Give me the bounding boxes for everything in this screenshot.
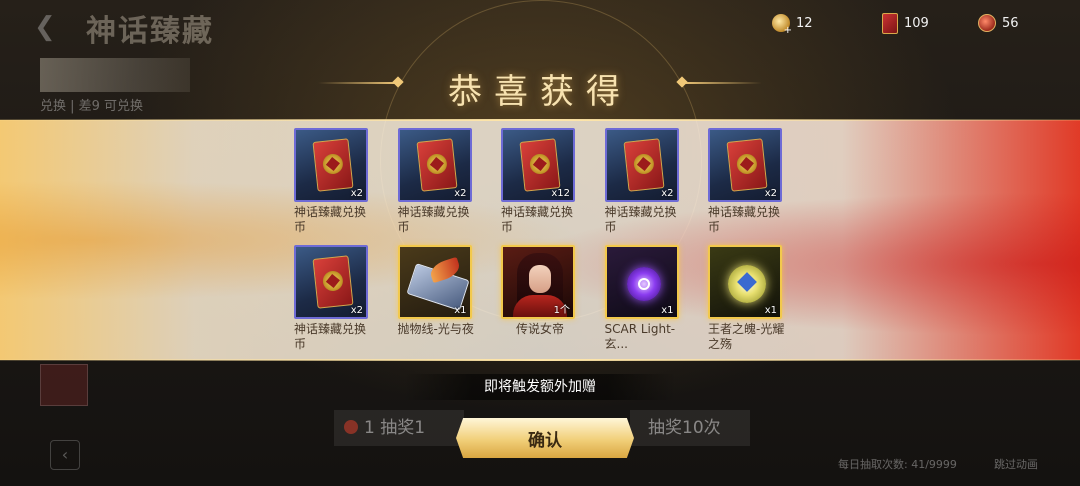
- reward-qty: x1: [661, 305, 674, 316]
- reward-qty: x12: [551, 188, 570, 199]
- purple-emblem-icon: [626, 267, 661, 301]
- reward-item[interactable]: x1 王者之魄-光耀之殇: [708, 245, 786, 352]
- reward-name: 神话臻藏兑换币: [604, 205, 677, 234]
- reward-item[interactable]: x1 抛物线-光与夜: [397, 245, 476, 352]
- reward-qty: x2: [454, 188, 467, 199]
- bonus-notice: 即将触发额外加赠: [404, 374, 676, 400]
- reward-name: 神话臻藏兑换币: [294, 322, 367, 351]
- reward-name: 抛物线-光与夜: [397, 322, 474, 336]
- reward-item[interactable]: x2 神话臻藏兑换币: [294, 128, 372, 235]
- back-icon[interactable]: ❮: [34, 12, 56, 42]
- chevron-left-icon[interactable]: ‹: [50, 440, 80, 470]
- reward-qty: x2: [764, 188, 777, 199]
- reward-qty: x1: [454, 305, 467, 316]
- reward-tile: x12: [501, 128, 575, 202]
- gold-emblem-icon: [728, 265, 766, 303]
- currency-red[interactable]: 56: [978, 12, 1019, 34]
- red-coin-icon: [978, 14, 996, 32]
- reward-qty: x2: [661, 188, 674, 199]
- reward-item[interactable]: x1 SCAR Light-玄...: [604, 245, 683, 352]
- reward-tile: x1: [604, 245, 679, 319]
- reward-grid: x2 神话臻藏兑换币 x2 神话臻藏兑换币 x12 神话臻藏兑换币 x2 神话臻…: [294, 128, 786, 352]
- coin-icon: [344, 420, 358, 434]
- currency-card[interactable]: 109: [882, 12, 929, 34]
- reward-item[interactable]: x2 神话臻藏兑换币: [604, 128, 683, 235]
- reward-tile: x2: [708, 128, 782, 202]
- reward-tile: x1: [708, 245, 782, 319]
- reward-item[interactable]: 1个 传说女帝: [501, 245, 579, 352]
- reward-name: 传说女帝: [515, 322, 564, 336]
- reward-qty: x1: [764, 305, 777, 316]
- reward-tile: x2: [294, 245, 368, 319]
- reward-name: 神话臻藏兑换币: [501, 205, 574, 234]
- reward-tile: x1: [397, 245, 472, 319]
- card-icon: [519, 138, 561, 192]
- reward-tile: 1个: [501, 245, 575, 319]
- page-title: 神话臻藏: [86, 14, 214, 49]
- reward-name: 神话臻藏兑换币: [708, 205, 781, 234]
- reward-qty: x2: [350, 188, 363, 199]
- reward-qty: 1个: [553, 305, 570, 316]
- card-icon: [312, 138, 354, 192]
- currency-gold-value: 12: [796, 15, 813, 31]
- currency-gold[interactable]: 12: [772, 12, 813, 36]
- confirm-button[interactable]: 确认: [456, 418, 634, 458]
- character-face: [529, 265, 551, 293]
- reward-qty: x2: [350, 305, 363, 316]
- dialog-heading: 恭喜获得: [448, 72, 632, 112]
- currency-card-value: 109: [904, 15, 929, 31]
- reward-item[interactable]: x2 神话臻藏兑换币: [397, 128, 476, 235]
- heading-ornament-right: [682, 82, 762, 84]
- card-icon: [726, 138, 768, 192]
- character-thumbnail: [40, 364, 88, 406]
- reward-name: SCAR Light-玄...: [604, 322, 676, 351]
- reward-item[interactable]: x2 神话臻藏兑换币: [708, 128, 786, 235]
- red-card-icon: [882, 12, 898, 34]
- card-icon: [312, 255, 354, 309]
- reward-name: 神话臻藏兑换币: [294, 205, 367, 234]
- reward-tile: x2: [397, 128, 472, 202]
- reward-item[interactable]: x2 神话臻藏兑换币: [294, 245, 372, 352]
- daily-draw-count: 每日抽取次数: 41/9999: [838, 458, 957, 471]
- gold-coin-plus-icon: [772, 14, 792, 36]
- reward-item[interactable]: x12 神话臻藏兑换币: [501, 128, 579, 235]
- skip-animation-toggle: 跳过动画: [994, 458, 1038, 471]
- reward-tile: x2: [294, 128, 368, 202]
- currency-red-value: 56: [1002, 15, 1019, 31]
- card-icon: [415, 138, 458, 192]
- reward-tile: x2: [604, 128, 679, 202]
- divider: [0, 119, 1080, 121]
- reward-name: 王者之魄-光耀之殇: [708, 322, 785, 351]
- divider: [0, 359, 1080, 361]
- card-icon: [622, 138, 665, 192]
- reward-name: 神话臻藏兑换币: [397, 205, 470, 234]
- draw-ten-button: 抽奖10次: [630, 410, 750, 446]
